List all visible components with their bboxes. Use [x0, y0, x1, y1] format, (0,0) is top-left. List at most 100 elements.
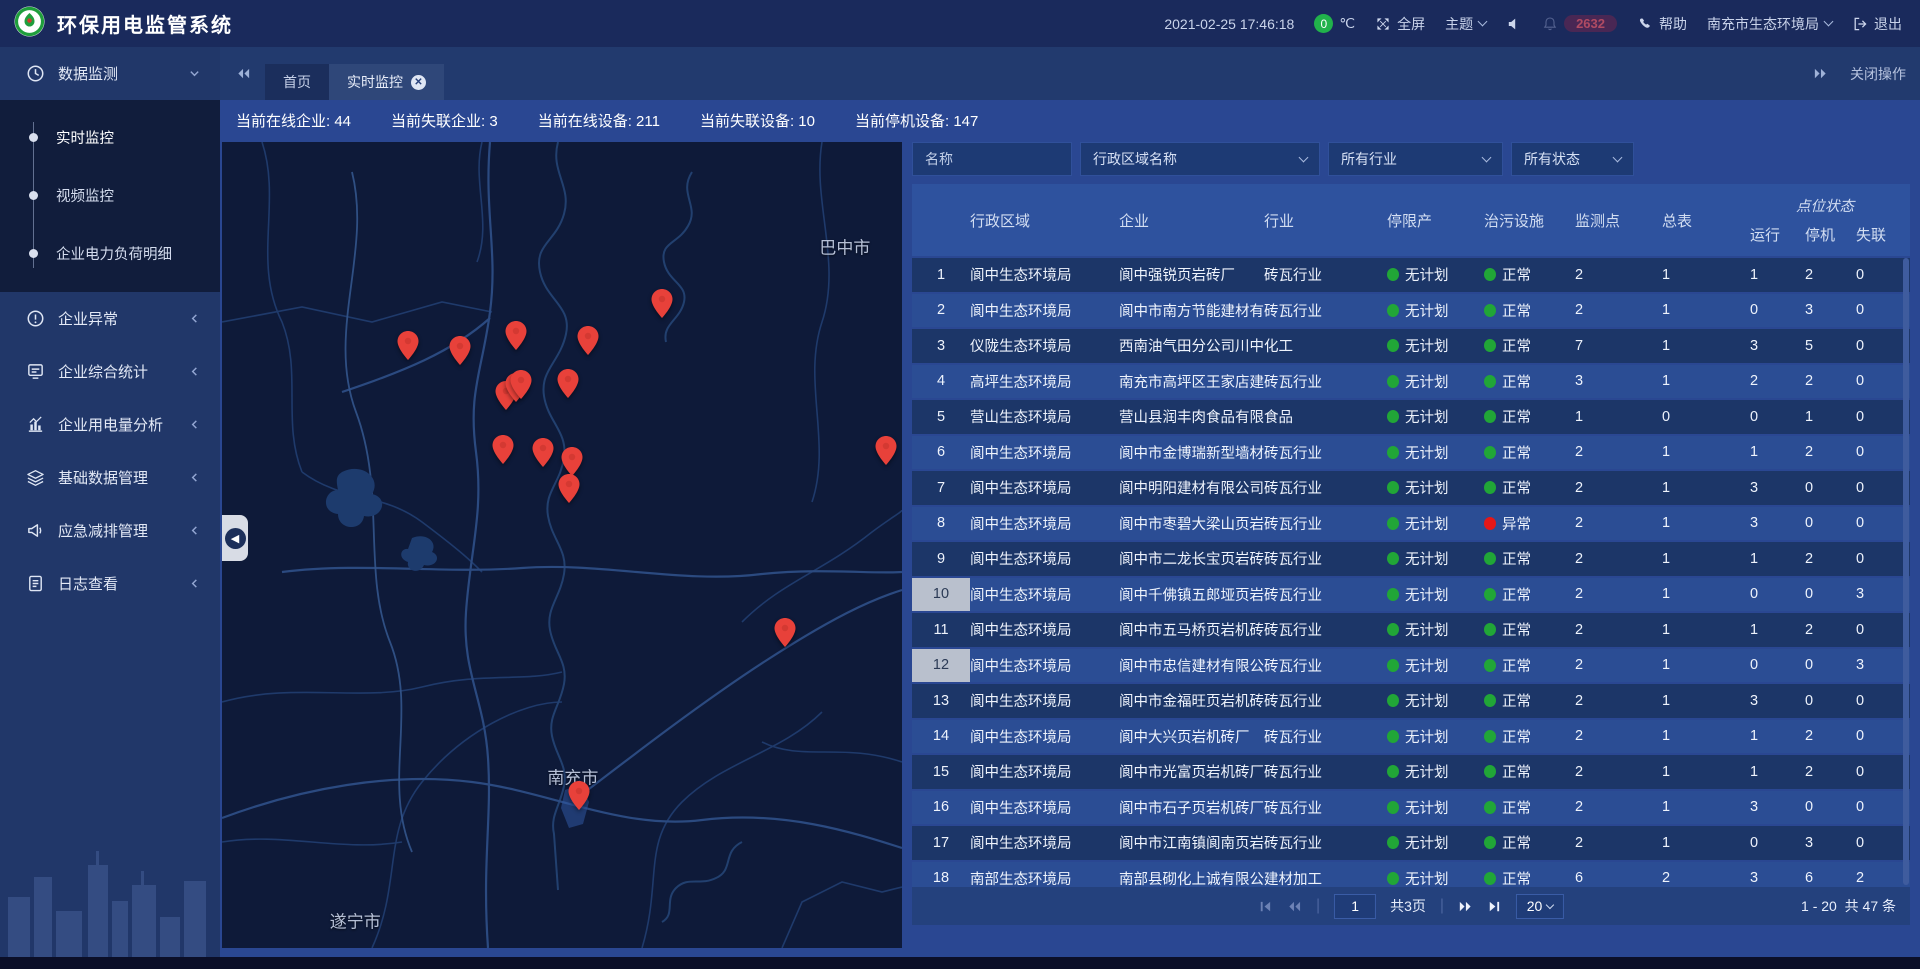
- cell-region: 阆中生态环境局: [970, 684, 1119, 718]
- map-marker-pin[interactable]: [398, 331, 419, 360]
- sidebar-subitem[interactable]: 实时监控: [0, 108, 220, 166]
- sidebar-item-megaphone[interactable]: 应急减排管理: [0, 504, 220, 557]
- last-page-button[interactable]: [1487, 899, 1502, 914]
- sidebar-item-alert[interactable]: 企业异常: [0, 292, 220, 345]
- map-collapse-handle[interactable]: ◀: [222, 515, 248, 561]
- map-marker-pin[interactable]: [775, 618, 796, 647]
- app-title: 环保用电监管系统: [57, 9, 233, 38]
- table-row[interactable]: 5营山生态环境局营山县润丰肉食品有限食品无计划正常10010: [912, 400, 1910, 434]
- column-header-region: 行政区域: [970, 184, 1119, 256]
- cell-region: 营山生态环境局: [970, 400, 1119, 434]
- bell-icon: [1542, 16, 1558, 32]
- cell-facility: 正常: [1484, 294, 1575, 328]
- tab-bar: 首页实时监控✕ 关闭操作: [220, 47, 1920, 100]
- table-row[interactable]: 8阆中生态环境局阆中市枣碧大梁山页岩砖瓦行业无计划异常21300: [912, 507, 1910, 541]
- tabs-scroll-right-button[interactable]: [1813, 66, 1828, 81]
- cell-region: 阆中生态环境局: [970, 507, 1119, 541]
- table-row[interactable]: 12阆中生态环境局阆中市忠信建材有限公砖瓦行业无计划正常21003: [912, 649, 1910, 683]
- sidebar-item-label: 企业异常: [58, 308, 118, 329]
- sidebar-subitem[interactable]: 企业电力负荷明细: [0, 224, 220, 282]
- map-marker-pin[interactable]: [558, 474, 579, 503]
- page-size-select[interactable]: 20: [1516, 894, 1564, 919]
- map-marker-pin[interactable]: [651, 289, 672, 318]
- table-row[interactable]: 1阆中生态环境局阆中强锐页岩砖厂砖瓦行业无计划正常21120: [912, 258, 1910, 292]
- map-marker-pin[interactable]: [577, 326, 598, 355]
- table-row[interactable]: 6阆中生态环境局阆中市金博瑞新型墙材砖瓦行业无计划正常21120: [912, 436, 1910, 470]
- logout-button[interactable]: 退出: [1852, 14, 1902, 34]
- cell-industry: 砖瓦行业: [1264, 684, 1387, 718]
- status-green-dot: [1387, 339, 1399, 352]
- map-marker-pin[interactable]: [505, 321, 526, 350]
- table-row[interactable]: 18南部生态环境局南部县砌化上诚有限公建材加工无计划正常62362: [912, 862, 1910, 888]
- table-row[interactable]: 17阆中生态环境局阆中市江南镇阆南页岩砖瓦行业无计划正常21030: [912, 826, 1910, 860]
- table-row[interactable]: 7阆中生态环境局阆中明阳建材有限公司砖瓦行业无计划正常21300: [912, 471, 1910, 505]
- table-row[interactable]: 3仪陇生态环境局西南油气田分公司川中化工无计划正常71350: [912, 329, 1910, 363]
- cell-region: 阆中生态环境局: [970, 649, 1119, 683]
- map-marker-pin[interactable]: [511, 370, 532, 399]
- cell-plan: 无计划: [1387, 862, 1484, 888]
- cell-total: 1: [1662, 578, 1750, 612]
- cell-plan: 无计划: [1387, 613, 1484, 647]
- table-row[interactable]: 11阆中生态环境局阆中市五马桥页岩机砖砖瓦行业无计划正常21120: [912, 613, 1910, 647]
- map-marker-pin[interactable]: [492, 435, 513, 464]
- table-scrollbar[interactable]: [1903, 258, 1909, 885]
- industry-select[interactable]: 所有行业: [1328, 142, 1503, 176]
- map-marker-pin[interactable]: [450, 336, 471, 365]
- cell-stop: 2: [1805, 436, 1856, 470]
- cell-facility: 正常: [1484, 365, 1575, 399]
- help-button[interactable]: 帮助: [1637, 14, 1687, 34]
- next-page-button[interactable]: [1458, 899, 1473, 914]
- table-row[interactable]: 14阆中生态环境局阆中大兴页岩机砖厂砖瓦行业无计划正常21120: [912, 720, 1910, 754]
- cell-industry: 砖瓦行业: [1264, 294, 1387, 328]
- table-row[interactable]: 16阆中生态环境局阆中市石子页岩机砖厂砖瓦行业无计划正常21300: [912, 791, 1910, 825]
- cell-plan: 无计划: [1387, 578, 1484, 612]
- sidebar-item-chart[interactable]: 企业用电量分析: [0, 398, 220, 451]
- chart-icon: [26, 415, 45, 434]
- point-status-group-label: 点位状态: [1750, 195, 1910, 216]
- map-marker-pin[interactable]: [569, 781, 590, 810]
- cell-total: 1: [1662, 471, 1750, 505]
- cell-industry: 砖瓦行业: [1264, 258, 1387, 292]
- tab-close-icon[interactable]: ✕: [411, 75, 426, 90]
- table-row[interactable]: 2阆中生态环境局阆中市南方节能建材有砖瓦行业无计划正常21030: [912, 294, 1910, 328]
- close-operations-button[interactable]: 关闭操作: [1850, 64, 1906, 84]
- fullscreen-button[interactable]: 全屏: [1375, 14, 1425, 34]
- tab-首页[interactable]: 首页: [265, 64, 329, 100]
- map-panel[interactable]: 巴中市南充市遂宁市 ◀: [222, 142, 902, 948]
- sidebar-item-layers[interactable]: 基础数据管理: [0, 451, 220, 504]
- sidebar-item-log[interactable]: 日志查看: [0, 557, 220, 610]
- table-row[interactable]: 13阆中生态环境局阆中市金福旺页岩机砖砖瓦行业无计划正常21300: [912, 684, 1910, 718]
- sidebar-subitem-label: 企业电力负荷明细: [56, 243, 172, 264]
- sidebar-subitem[interactable]: 视频监控: [0, 166, 220, 224]
- cell-plan: 无计划: [1387, 755, 1484, 789]
- tab-实时监控[interactable]: 实时监控✕: [329, 64, 444, 100]
- notifications[interactable]: 2632: [1542, 15, 1617, 32]
- sidebar-item-gauge[interactable]: 数据监测: [0, 47, 220, 100]
- cell-total: 0: [1662, 400, 1750, 434]
- previous-page-button[interactable]: [1287, 899, 1302, 914]
- speaker-button[interactable]: [1506, 16, 1522, 32]
- first-page-button[interactable]: [1258, 899, 1273, 914]
- table-row[interactable]: 9阆中生态环境局阆中市二龙长宝页岩砖砖瓦行业无计划正常21120: [912, 542, 1910, 576]
- cell-facility-label: 正常: [1502, 406, 1531, 427]
- map-marker-pin[interactable]: [532, 438, 553, 467]
- cell-monitor: 2: [1575, 471, 1662, 505]
- page-size-value: 20: [1527, 898, 1543, 914]
- map-marker-pin[interactable]: [875, 436, 896, 465]
- table-row[interactable]: 4高坪生态环境局南充市高坪区王家店建砖瓦行业无计划正常31220: [912, 365, 1910, 399]
- region-select[interactable]: 行政区域名称: [1080, 142, 1320, 176]
- table-row[interactable]: 15阆中生态环境局阆中市光富页岩机砖厂砖瓦行业无计划正常21120: [912, 755, 1910, 789]
- page-number-input[interactable]: [1334, 894, 1376, 919]
- cell-company: 西南油气田分公司川中: [1119, 329, 1264, 363]
- org-dropdown[interactable]: 南充市生态环境局: [1707, 14, 1832, 34]
- theme-dropdown[interactable]: 主题: [1445, 14, 1486, 34]
- status-select[interactable]: 所有状态: [1511, 142, 1634, 176]
- tabs-scroll-left-button[interactable]: [220, 66, 265, 81]
- map-marker-pin[interactable]: [562, 447, 583, 476]
- name-search-input[interactable]: [912, 142, 1072, 176]
- sidebar-item-stats[interactable]: 企业综合统计: [0, 345, 220, 398]
- cell-company: 阆中市忠信建材有限公: [1119, 649, 1264, 683]
- cell-stop: 0: [1805, 684, 1856, 718]
- table-row[interactable]: 10阆中生态环境局阆中千佛镇五郎垭页岩砖瓦行业无计划正常21003: [912, 578, 1910, 612]
- map-marker-pin[interactable]: [558, 369, 579, 398]
